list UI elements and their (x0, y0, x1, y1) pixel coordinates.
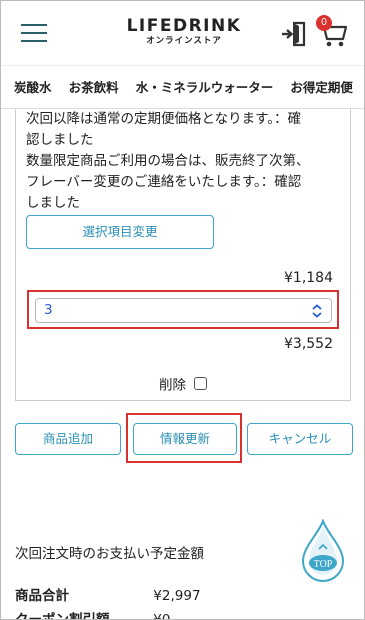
cancel-button[interactable]: キャンセル (247, 423, 353, 455)
quantity-value: 3 (44, 302, 53, 318)
add-item-button[interactable]: 商品追加 (15, 423, 121, 455)
summary-value: ¥0 (153, 612, 171, 620)
cart-count-badge: 0 (316, 15, 332, 31)
summary-value: ¥2,997 (153, 588, 201, 604)
summary-label: 商品合計 (15, 588, 69, 604)
note-line: 数量限定商品ご利用の場合は、販売終了次第、 (26, 153, 310, 169)
category-nav: 炭酸水 お茶飲料 水・ミネラルウォーター お得定期便 (1, 65, 364, 109)
category-item-tea[interactable]: お茶飲料 (69, 66, 119, 108)
change-selection-button[interactable]: 選択項目変更 (26, 215, 214, 249)
chevron-updown-icon (312, 304, 322, 318)
unit-price: ¥1,184 (284, 270, 333, 286)
summary-row: 商品合計 ¥2,997 (15, 584, 201, 604)
summary-label: クーポン割引額 (15, 612, 110, 620)
note-line: 認しました (26, 132, 94, 148)
note-line: しました (26, 195, 80, 211)
item-notes: 次回以降は通常の定期便価格となります。：確 認しました 数量限定商品ご利用の場合… (26, 109, 346, 214)
delete-checkbox[interactable] (194, 377, 208, 390)
payment-summary-title: 次回注文時のお支払い予定金額 (15, 546, 204, 562)
category-item-sparkling-water[interactable]: 炭酸水 (14, 66, 52, 108)
category-item-mineral-water[interactable]: 水・ミネラルウォーター (136, 66, 274, 108)
cart-item-card: 次回以降は通常の定期便価格となります。：確 認しました 数量限定商品ご利用の場合… (15, 109, 351, 401)
scroll-top-button[interactable]: TOP (299, 519, 347, 585)
note-line: フレーバー変更のご連絡をいたします。：確認 (26, 174, 302, 190)
delete-row: 削除 (159, 373, 208, 394)
category-item-subscription[interactable]: お得定期便 (290, 66, 353, 108)
quantity-select[interactable]: 3 (35, 298, 332, 323)
note-line: 次回以降は通常の定期便価格となります。：確 (26, 111, 301, 127)
item-subtotal: ¥3,552 (284, 336, 333, 352)
site-logo[interactable]: LIFEDRINK オンラインストア (121, 17, 247, 47)
login-icon[interactable] (281, 21, 307, 47)
page-frame: LIFEDRINK オンラインストア 0 炭酸水 お茶飲料 水・ミネラルウォータ… (0, 0, 365, 620)
site-header: LIFEDRINK オンラインストア 0 (1, 1, 364, 65)
update-highlight-box (126, 413, 242, 463)
logo-main-text: LIFEDRINK (126, 16, 242, 36)
menu-icon[interactable] (21, 24, 47, 44)
logo-sub-text: オンラインストア (146, 36, 222, 46)
summary-row: クーポン割引額 ¥0 (15, 608, 171, 620)
delete-label: 削除 (159, 377, 186, 394)
top-label: TOP (314, 559, 333, 570)
